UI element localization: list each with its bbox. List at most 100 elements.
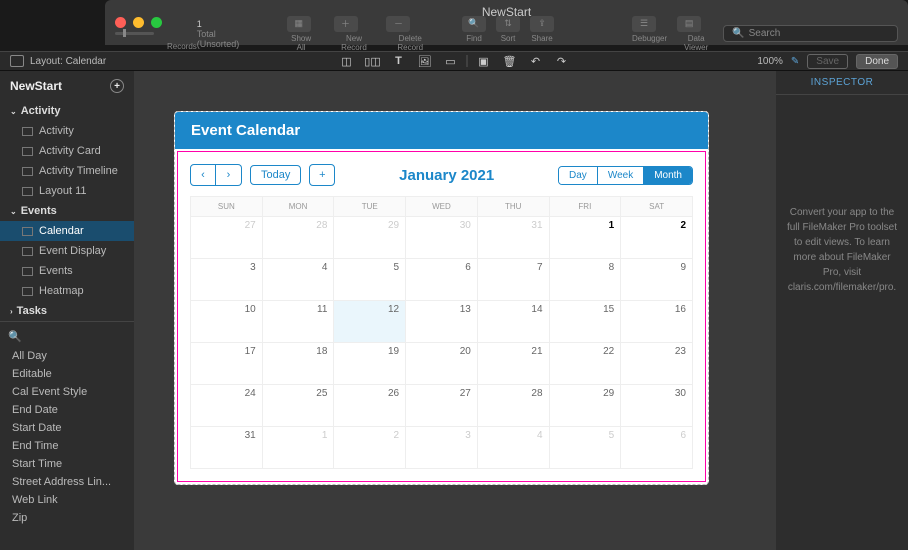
calendar-day-cell[interactable]: 3	[406, 427, 478, 469]
calendar-day-cell[interactable]: 27	[191, 217, 263, 259]
delete-record-button[interactable]: －	[386, 16, 410, 32]
calendar-day-cell[interactable]: 11	[262, 301, 334, 343]
field-item[interactable]: Editable	[0, 365, 134, 383]
save-button[interactable]: Save	[807, 54, 848, 69]
calendar-day-cell[interactable]: 19	[334, 343, 406, 385]
calendar-day-cell[interactable]: 29	[549, 385, 621, 427]
data-viewer-button[interactable]: ▤	[677, 16, 701, 32]
tool-fill[interactable]: ▣	[474, 54, 494, 68]
calendar-day-cell[interactable]: 5	[549, 427, 621, 469]
calendar-day-cell[interactable]: 13	[406, 301, 478, 343]
calendar-day-cell[interactable]: 8	[549, 259, 621, 301]
calendar-day-cell[interactable]: 16	[621, 301, 693, 343]
calendar-day-cell[interactable]: 21	[477, 343, 549, 385]
calendar-day-cell[interactable]: 24	[191, 385, 263, 427]
calendar-day-cell[interactable]: 9	[621, 259, 693, 301]
calendar-day-cell[interactable]: 28	[262, 217, 334, 259]
calendar-day-cell[interactable]: 14	[477, 301, 549, 343]
tool-button[interactable]: ▭	[441, 54, 461, 68]
calendar-day-cell[interactable]: 20	[406, 343, 478, 385]
sidebar-item-activity[interactable]: Activity	[0, 121, 134, 141]
tool-undo[interactable]: ↶	[526, 54, 546, 68]
calendar-day-cell[interactable]: 7	[477, 259, 549, 301]
done-button[interactable]: Done	[856, 54, 898, 69]
field-item[interactable]: Cal Event Style	[0, 383, 134, 401]
field-item[interactable]: Web Link	[0, 491, 134, 509]
tool-panel-right[interactable]: ▯◫	[363, 54, 383, 68]
add-layout-button[interactable]: +	[110, 79, 124, 93]
calendar-day-cell[interactable]: 23	[621, 343, 693, 385]
tool-text[interactable]: T	[389, 54, 409, 68]
sidebar-section-tasks[interactable]: ›Tasks	[0, 301, 134, 321]
field-item[interactable]: End Time	[0, 437, 134, 455]
calendar-object[interactable]: Event Calendar ‹ › Today + January 2021 …	[174, 111, 709, 485]
calendar-day-cell[interactable]: 25	[262, 385, 334, 427]
calendar-day-cell[interactable]: 3	[191, 259, 263, 301]
calendar-day-cell[interactable]: 31	[477, 217, 549, 259]
sidebar-item-heatmap[interactable]: Heatmap	[0, 281, 134, 301]
calendar-month-title: January 2021	[343, 167, 550, 184]
find-button[interactable]: 🔍	[462, 16, 486, 32]
calendar-day-cell[interactable]: 26	[334, 385, 406, 427]
calendar-day-cell[interactable]: 4	[477, 427, 549, 469]
sidebar-section-activity[interactable]: ⌄Activity	[0, 101, 134, 121]
calendar-day-cell[interactable]: 1	[262, 427, 334, 469]
calendar-day-cell[interactable]: 2	[621, 217, 693, 259]
tool-delete[interactable]: 🗑	[500, 54, 520, 68]
record-slider[interactable]	[115, 32, 154, 35]
field-item[interactable]: Start Date	[0, 419, 134, 437]
field-item[interactable]: All Day	[0, 347, 134, 365]
sidebar-item-events[interactable]: Events	[0, 261, 134, 281]
calendar-day-cell[interactable]: 28	[477, 385, 549, 427]
view-month-button[interactable]: Month	[643, 167, 692, 184]
format-painter-icon[interactable]: ✎	[791, 56, 799, 67]
zoom-level[interactable]: 100%	[757, 56, 783, 67]
calendar-day-cell[interactable]: 31	[191, 427, 263, 469]
sidebar-item-activity-card[interactable]: Activity Card	[0, 141, 134, 161]
calendar-day-cell[interactable]: 29	[334, 217, 406, 259]
sidebar-section-events[interactable]: ⌄Events	[0, 201, 134, 221]
field-item[interactable]: Zip	[0, 509, 134, 527]
sort-button[interactable]: ⇅	[496, 16, 520, 32]
calendar-day-cell[interactable]: 27	[406, 385, 478, 427]
calendar-day-cell[interactable]: 30	[406, 217, 478, 259]
share-button[interactable]: ⇪	[530, 16, 554, 32]
sidebar-item-layout-11[interactable]: Layout 11	[0, 181, 134, 201]
view-week-button[interactable]: Week	[597, 167, 643, 184]
sidebar-item-activity-timeline[interactable]: Activity Timeline	[0, 161, 134, 181]
calendar-day-cell[interactable]: 10	[191, 301, 263, 343]
sidebar-item-event-display[interactable]: Event Display	[0, 241, 134, 261]
inspector-panel: INSPECTOR Convert your app to the full F…	[776, 71, 908, 550]
layout-icon	[22, 187, 33, 196]
field-item[interactable]: Street Address Lin...	[0, 473, 134, 491]
calendar-day-cell[interactable]: 12	[334, 301, 406, 343]
new-record-button[interactable]: ＋	[334, 16, 358, 32]
tool-panel-left[interactable]: ◫	[337, 54, 357, 68]
toolbar-search[interactable]: 🔍 Search	[723, 25, 898, 42]
calendar-day-cell[interactable]: 18	[262, 343, 334, 385]
view-day-button[interactable]: Day	[559, 167, 597, 184]
calendar-day-cell[interactable]: 30	[621, 385, 693, 427]
tool-redo[interactable]: ↷	[552, 54, 572, 68]
tool-media[interactable]: 🖼	[415, 54, 435, 68]
calendar-day-cell[interactable]: 1	[549, 217, 621, 259]
prev-button[interactable]: ‹	[190, 164, 216, 186]
calendar-day-cell[interactable]: 4	[262, 259, 334, 301]
calendar-day-cell[interactable]: 5	[334, 259, 406, 301]
calendar-day-cell[interactable]: 6	[406, 259, 478, 301]
debugger-button[interactable]: ☰	[632, 16, 656, 32]
calendar-day-cell[interactable]: 6	[621, 427, 693, 469]
calendar-day-cell[interactable]: 15	[549, 301, 621, 343]
field-item[interactable]: End Date	[0, 401, 134, 419]
show-all-button[interactable]: ▦	[287, 16, 311, 32]
today-button[interactable]: Today	[250, 165, 301, 185]
next-button[interactable]: ›	[216, 164, 242, 186]
calendar-day-cell[interactable]: 17	[191, 343, 263, 385]
field-search-input[interactable]	[28, 331, 134, 342]
calendar-day-cell[interactable]: 22	[549, 343, 621, 385]
calendar-day-cell[interactable]: 2	[334, 427, 406, 469]
field-search-icon: 🔍	[8, 330, 22, 343]
field-item[interactable]: Start Time	[0, 455, 134, 473]
sidebar-item-calendar[interactable]: Calendar	[0, 221, 134, 241]
add-event-button[interactable]: +	[309, 164, 335, 186]
